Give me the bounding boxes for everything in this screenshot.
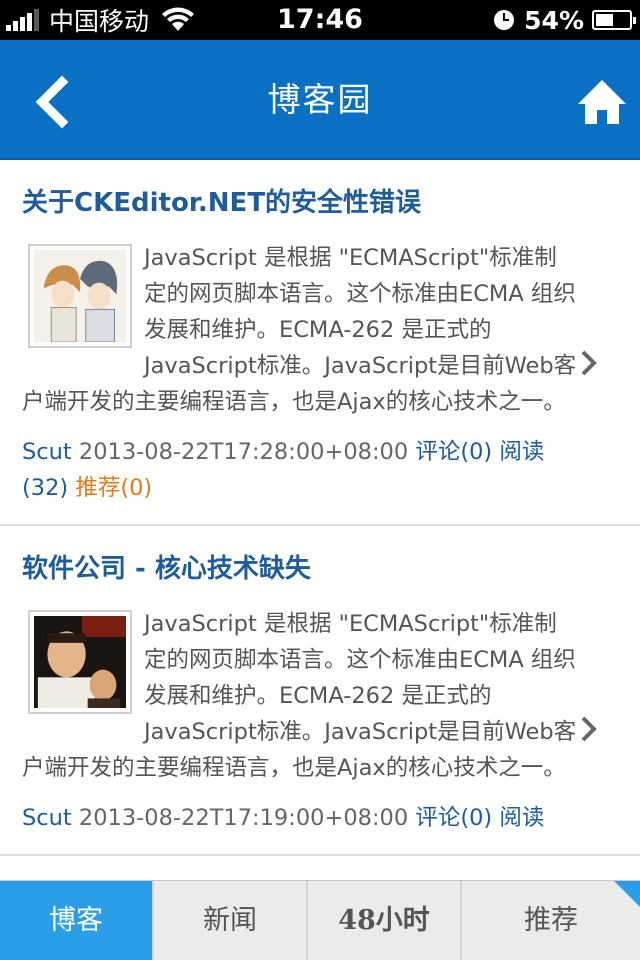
chevron-right-icon[interactable] xyxy=(578,348,600,378)
post-reads: 阅读 xyxy=(499,805,545,831)
corner-triangle-icon xyxy=(614,881,640,907)
page-title: 博客园 xyxy=(267,80,373,119)
tab-label: 推荐 xyxy=(524,905,578,936)
post-meta: Scut 2013-08-22T17:28:00+08:00 评论(0) 阅读(… xyxy=(22,434,618,506)
post-body: JavaScript 是根据 "ECMAScript"标准制定的网页脚本语言。这… xyxy=(22,240,618,420)
chevron-right-icon[interactable] xyxy=(578,714,600,744)
tab-label: 新闻 xyxy=(203,905,257,936)
tab-label: 48小时 xyxy=(338,905,430,936)
post-title[interactable]: 软件公司 - 核心技术缺失 xyxy=(22,548,618,590)
tab-48-hours[interactable]: 48小时 xyxy=(308,881,462,960)
status-bar: 中国移动 17:46 54% xyxy=(0,0,640,40)
post-item[interactable]: 软件公司 - 核心技术缺失 JavaScript 是根据 "ECMAScript… xyxy=(0,526,640,856)
post-meta: Scut 2013-08-22T17:19:00+08:00 评论(0) 阅读 xyxy=(22,800,618,836)
bottom-tab-bar: 博客 新闻 48小时 推荐 xyxy=(0,880,640,960)
navigation-bar: 博客园 xyxy=(0,40,640,160)
post-comments[interactable]: 评论(0) xyxy=(415,805,492,831)
post-title[interactable]: 关于CKEditor.NET的安全性错误 xyxy=(22,182,618,224)
post-date: 2013-08-22T17:28:00+08:00 xyxy=(78,439,409,465)
post-author[interactable]: Scut xyxy=(22,805,72,831)
tab-blog[interactable]: 博客 xyxy=(0,881,154,960)
status-right: 54% xyxy=(494,0,636,40)
photo-avatar-thumbnail xyxy=(28,610,132,714)
battery-icon xyxy=(592,10,636,30)
tab-label: 博客 xyxy=(49,905,103,936)
tab-recommend[interactable]: 推荐 xyxy=(462,881,640,960)
post-list[interactable]: 关于CKEditor.NET的安全性错误 JavaScript 是根据 "ECM… xyxy=(0,160,640,880)
alarm-clock-icon xyxy=(494,10,515,30)
anime-avatar-thumbnail xyxy=(28,244,132,348)
home-icon[interactable] xyxy=(574,74,630,130)
post-item[interactable]: 关于CKEditor.NET的安全性错误 JavaScript 是根据 "ECM… xyxy=(0,160,640,526)
tab-news[interactable]: 新闻 xyxy=(154,881,308,960)
post-author[interactable]: Scut xyxy=(22,439,72,465)
post-date: 2013-08-22T17:19:00+08:00 xyxy=(78,805,409,831)
post-body: JavaScript 是根据 "ECMAScript"标准制定的网页脚本语言。这… xyxy=(22,606,618,786)
battery-percent: 54% xyxy=(524,5,584,35)
post-recommend[interactable]: 推荐(0) xyxy=(75,475,152,501)
post-comments[interactable]: 评论(0) xyxy=(415,439,492,465)
